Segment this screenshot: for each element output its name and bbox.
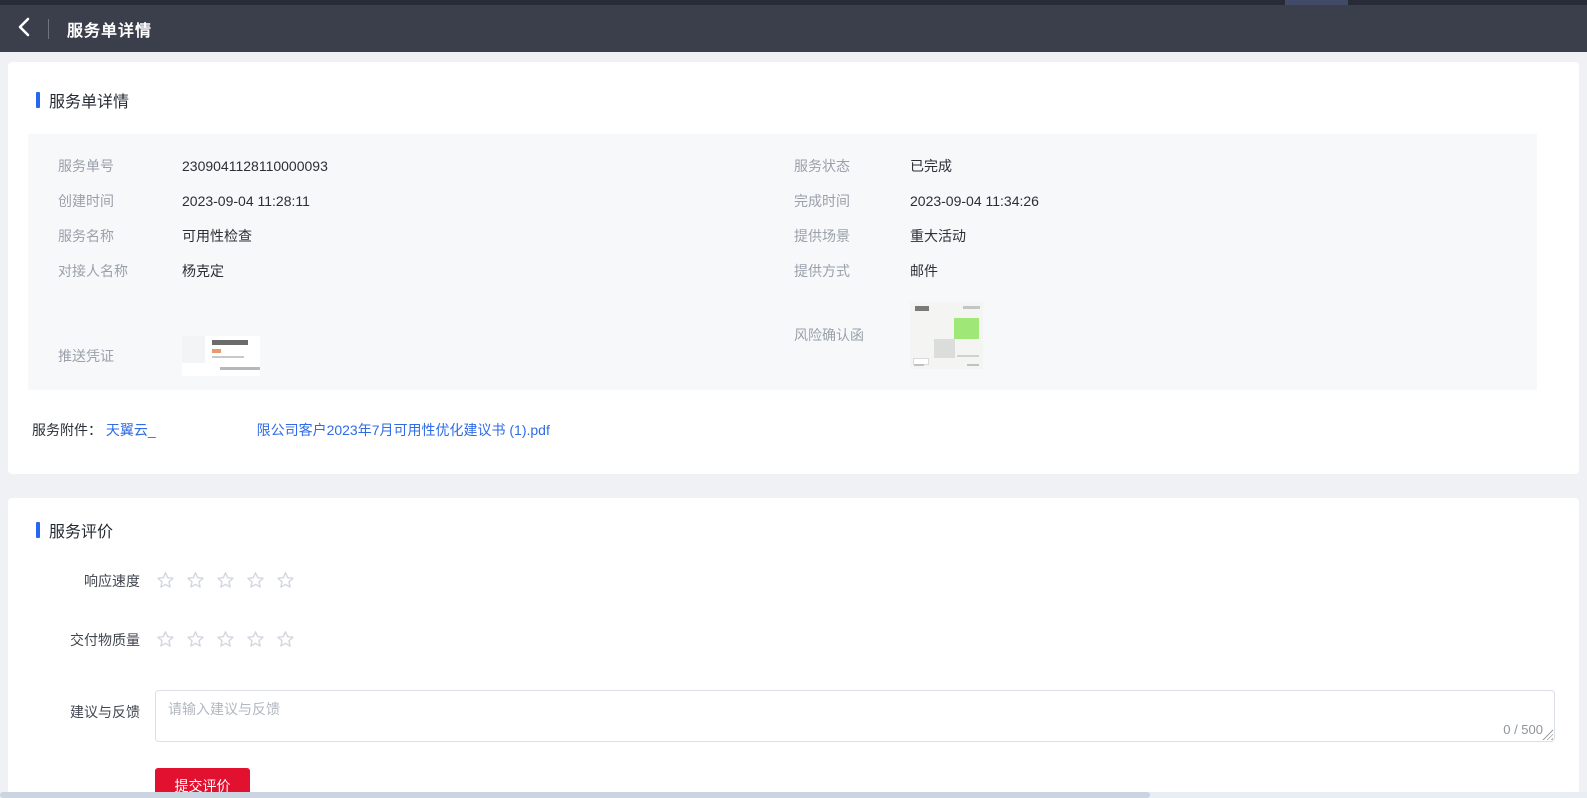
star-outline-icon[interactable] — [275, 570, 296, 591]
thumbnail-decoration — [212, 349, 221, 353]
feedback-label: 建议与反馈 — [70, 704, 140, 720]
response-speed-star-rating — [155, 570, 296, 591]
attachment-link-part2[interactable]: 限公司客户2023年7月可用性优化建议书 (1).pdf — [257, 422, 550, 438]
thumbnail-decoration — [914, 364, 924, 366]
star-outline-icon[interactable] — [155, 570, 176, 591]
field-value: 2023-09-04 11:28:11 — [182, 193, 310, 209]
page-content: 服务单详情 服务单号 2309041128110000093 创建时间 2023… — [0, 52, 1587, 798]
thumbnail-decoration — [915, 306, 929, 311]
page-header: 服务单详情 — [0, 5, 1587, 52]
field-label: 服务单号 — [58, 158, 114, 174]
field-row-order-number: 服务单号 2309041128110000093 — [58, 156, 794, 177]
header-divider — [48, 18, 49, 39]
thumbnail-decoration — [212, 340, 248, 345]
field-row-create-time: 创建时间 2023-09-04 11:28:11 — [58, 191, 794, 212]
field-row-delivery-method: 提供方式 邮件 — [794, 261, 1537, 282]
rating-row-deliverable-quality: 交付物质量 — [28, 629, 1559, 650]
star-outline-icon[interactable] — [185, 570, 206, 591]
service-evaluation-card: 服务评价 响应速度 交付物质量 建议与反馈 请输入建议与反馈 0 / 500 提… — [8, 498, 1579, 798]
field-value: 2309041128110000093 — [182, 158, 328, 174]
field-value: 杨克定 — [182, 263, 224, 279]
evaluation-section-title-text: 服务评价 — [49, 524, 114, 541]
detail-fields-right-column: 服务状态 已完成 完成时间 2023-09-04 11:34:26 提供场景 重… — [794, 156, 1537, 369]
back-button[interactable] — [10, 15, 38, 43]
feedback-textarea-wrap: 0 / 500 — [155, 690, 1555, 742]
star-outline-icon[interactable] — [185, 629, 206, 650]
field-row-service-status: 服务状态 已完成 — [794, 156, 1537, 177]
horizontal-scrollbar-thumb[interactable] — [0, 792, 1150, 798]
field-label: 服务名称 — [58, 228, 114, 244]
field-value: 邮件 — [910, 263, 938, 279]
field-value: 重大活动 — [910, 228, 966, 244]
risk-letter-thumbnail-image[interactable] — [910, 302, 983, 369]
star-outline-icon[interactable] — [245, 570, 266, 591]
feedback-row: 建议与反馈 0 / 500 — [28, 690, 1559, 742]
field-label: 对接人名称 — [58, 263, 128, 279]
star-outline-icon[interactable] — [215, 570, 236, 591]
attachment-row: 服务附件： 天翼云_ 限公司客户2023年7月可用性优化建议书 (1).pdf — [28, 420, 1559, 440]
field-label: 提供场景 — [794, 228, 850, 244]
rating-label: 响应速度 — [84, 572, 140, 589]
rating-row-response-speed: 响应速度 — [28, 570, 1559, 591]
field-row-service-name: 服务名称 可用性检查 — [58, 226, 794, 247]
field-label: 风险确认函 — [794, 327, 864, 343]
status-value: 已完成 — [910, 158, 952, 174]
service-order-detail-card: 服务单详情 服务单号 2309041128110000093 创建时间 2023… — [8, 62, 1579, 474]
browser-top-strip — [0, 0, 1587, 5]
chevron-left-icon — [18, 17, 30, 40]
page-title: 服务单详情 — [67, 22, 153, 40]
field-row-scene: 提供场景 重大活动 — [794, 226, 1537, 247]
field-row-risk-letter: 风险确认函 — [794, 302, 1537, 369]
active-tab-indicator — [1285, 0, 1348, 5]
field-value: 可用性检查 — [182, 228, 252, 244]
detail-section-title-text: 服务单详情 — [49, 94, 130, 111]
star-outline-icon[interactable] — [245, 629, 266, 650]
field-row-push-voucher: 推送凭证 — [58, 336, 794, 376]
star-outline-icon[interactable] — [275, 629, 296, 650]
detail-fields-panel: 服务单号 2309041128110000093 创建时间 2023-09-04… — [28, 134, 1537, 390]
detail-fields-left-column: 服务单号 2309041128110000093 创建时间 2023-09-04… — [58, 156, 794, 376]
detail-section-title: 服务单详情 — [28, 88, 1559, 112]
thumbnail-decoration — [182, 336, 205, 363]
field-label: 推送凭证 — [58, 347, 114, 364]
thumbnail-decoration — [963, 306, 980, 309]
attachment-label: 服务附件： — [32, 422, 102, 438]
thumbnail-decoration — [954, 318, 979, 339]
thumbnail-decoration — [220, 367, 260, 370]
push-voucher-thumbnail-image[interactable] — [182, 336, 260, 376]
field-row-finish-time: 完成时间 2023-09-04 11:34:26 — [794, 191, 1537, 212]
section-accent-bar — [36, 522, 40, 538]
feedback-textarea[interactable] — [155, 690, 1555, 742]
thumbnail-decoration — [212, 356, 244, 358]
field-label: 提供方式 — [794, 263, 850, 279]
field-label: 创建时间 — [58, 193, 114, 209]
evaluation-section-title: 服务评价 — [28, 518, 1559, 542]
field-row-contact-name: 对接人名称 杨克定 — [58, 261, 794, 282]
thumbnail-decoration — [957, 355, 979, 357]
attachment-link-part1[interactable]: 天翼云_ — [106, 422, 156, 438]
deliverable-quality-star-rating — [155, 629, 296, 650]
star-outline-icon[interactable] — [215, 629, 236, 650]
field-label: 服务状态 — [794, 158, 850, 174]
horizontal-scrollbar — [0, 792, 1587, 798]
field-label: 完成时间 — [794, 193, 850, 209]
thumbnail-decoration — [967, 364, 979, 366]
rating-label: 交付物质量 — [70, 631, 140, 648]
field-value: 2023-09-04 11:34:26 — [910, 193, 1039, 209]
thumbnail-decoration — [934, 339, 955, 358]
section-accent-bar — [36, 92, 40, 108]
star-outline-icon[interactable] — [155, 629, 176, 650]
